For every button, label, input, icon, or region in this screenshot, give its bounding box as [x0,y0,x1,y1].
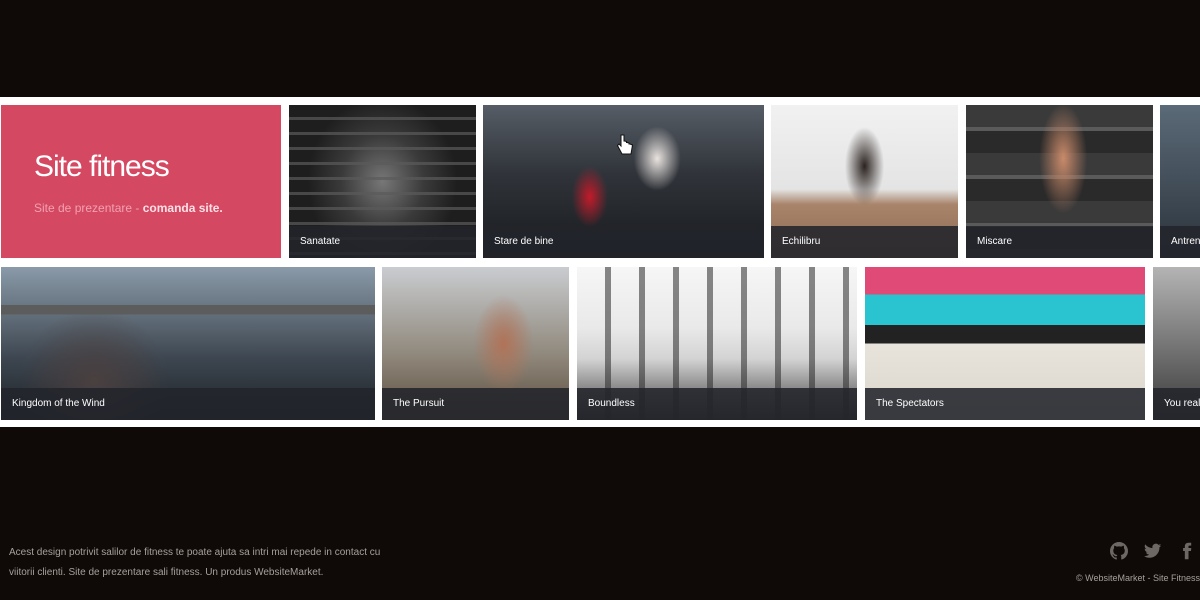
tile-caption: The Pursuit [382,388,569,420]
copyright-text: © WebsiteMarket - Site Fitness [1075,573,1200,583]
tile-caption: Sanatate [289,226,476,258]
gallery-tile-antrena[interactable]: Antrena [1160,105,1200,258]
tile-caption: You really [1153,388,1200,420]
gallery-tile-the-pursuit[interactable]: The Pursuit [382,267,569,420]
gallery-tile-the-spectators[interactable]: The Spectators [865,267,1145,420]
gallery-tile-sanatate[interactable]: Sanatate [289,105,476,258]
tile-caption: Echilibru [771,226,958,258]
gallery-tile-boundless[interactable]: Boundless [577,267,857,420]
gallery-tile-echilibru[interactable]: Echilibru [771,105,958,258]
twitter-icon[interactable] [1144,542,1162,560]
hero-subtitle-cta[interactable]: comanda site. [143,201,223,215]
hero-subtitle-text: Site de prezentare - [34,201,143,215]
gallery-tile-miscare[interactable]: Miscare [966,105,1153,258]
tile-caption: Antrena [1160,226,1200,258]
facebook-icon[interactable] [1178,542,1196,560]
tile-caption: Kingdom of the Wind [1,388,375,420]
social-links [1110,542,1200,560]
hero-panel: Site fitness Site de prezentare - comand… [1,105,281,258]
gallery-tile-stare-de-bine[interactable]: Stare de bine [483,105,764,258]
hero-title: Site fitness [34,150,170,183]
gallery-tile-kingdom-of-the-wind[interactable]: Kingdom of the Wind [1,267,375,420]
tile-caption: Boundless [577,388,857,420]
tile-caption: Miscare [966,226,1153,258]
portfolio-gallery: Site fitness Site de prezentare - comand… [0,97,1200,427]
github-icon[interactable] [1110,542,1128,560]
tile-caption: The Spectators [865,388,1145,420]
gallery-tile-you-really[interactable]: You really [1153,267,1200,420]
pointer-cursor-icon [616,134,634,155]
tile-caption: Stare de bine [483,226,764,258]
hero-subtitle: Site de prezentare - comanda site. [34,201,223,215]
footer-description: Acest design potrivit salilor de fitness… [9,547,381,578]
